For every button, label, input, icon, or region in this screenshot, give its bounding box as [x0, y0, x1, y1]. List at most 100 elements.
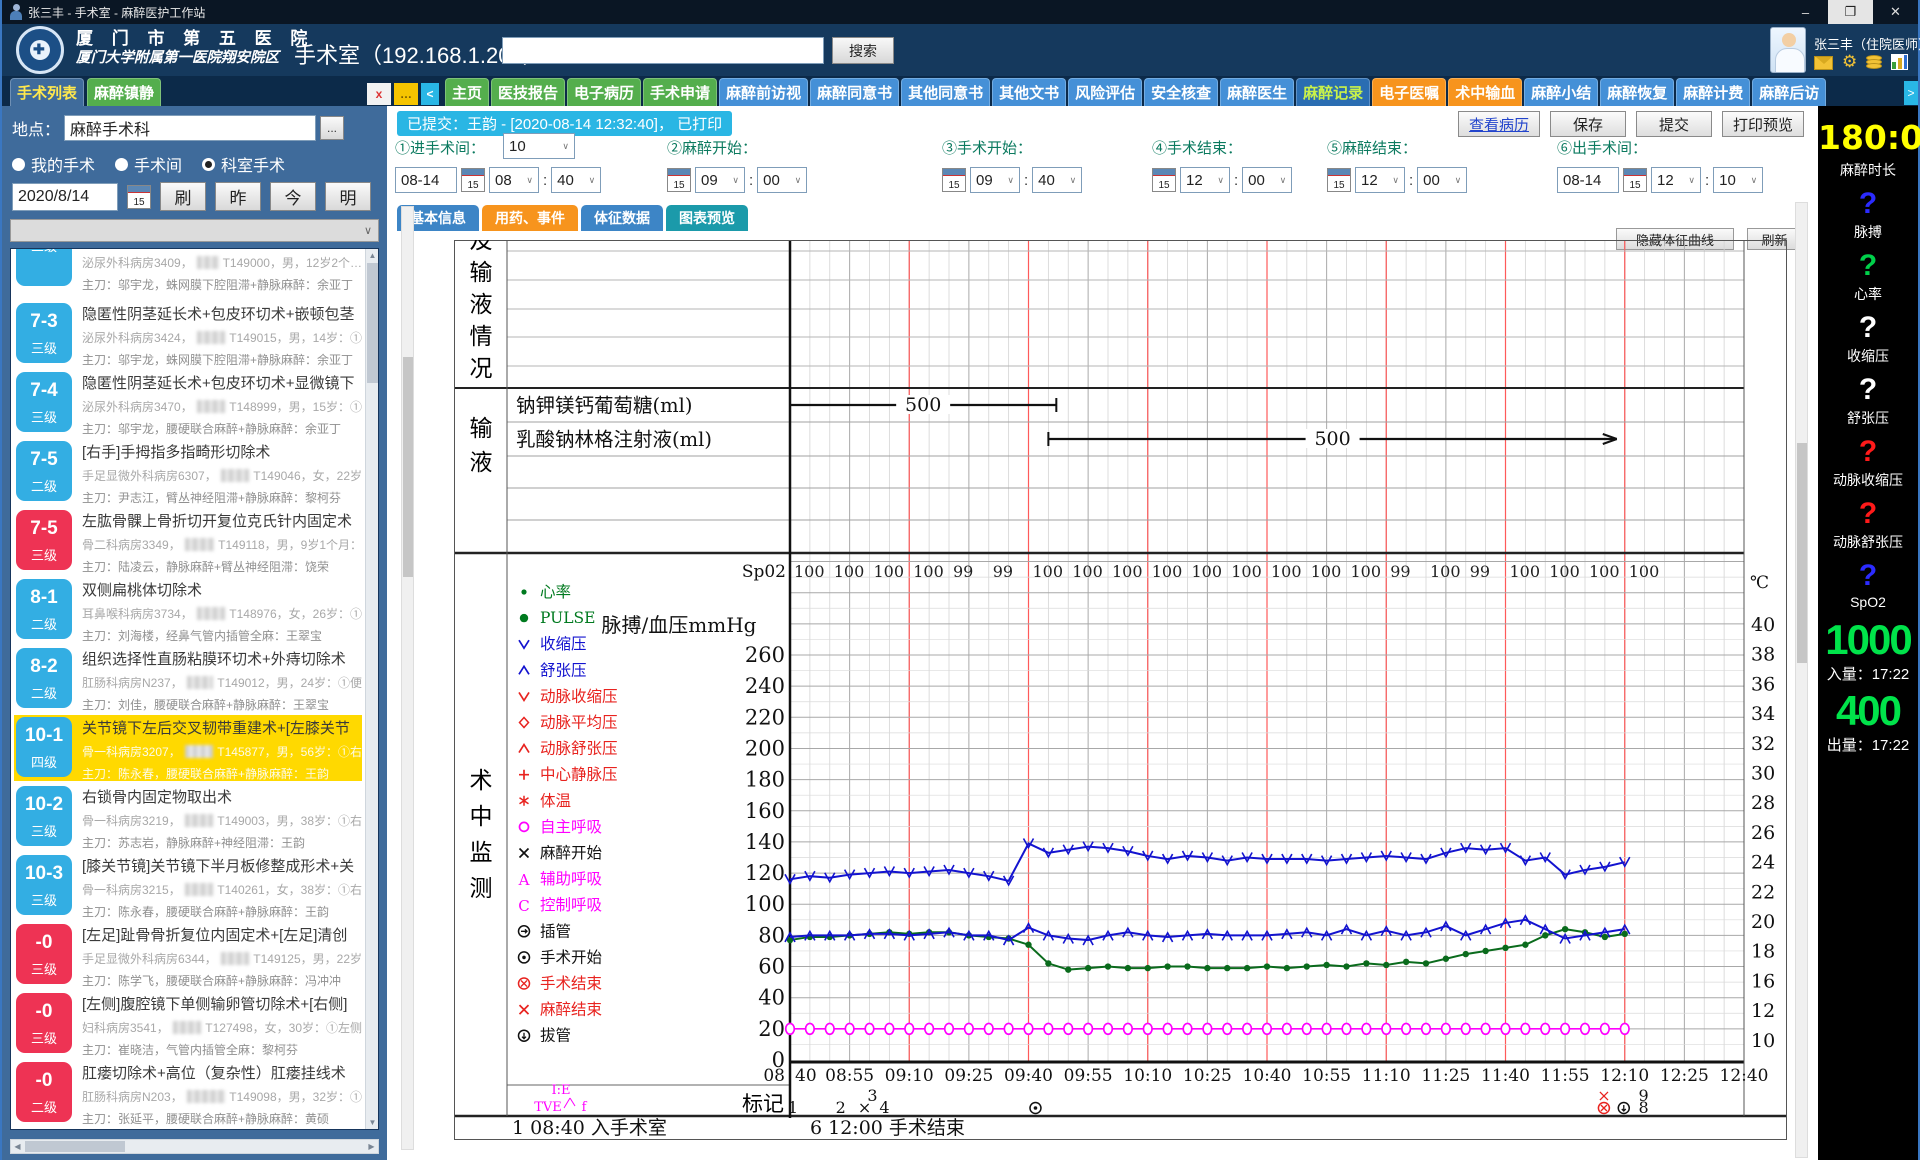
tab-mini-button-2[interactable]: <	[421, 83, 439, 105]
mail-icon[interactable]	[1814, 56, 1833, 70]
date-value-input[interactable]: 08-14	[395, 167, 457, 193]
list-scrollbar[interactable]: ▲ ▼	[365, 249, 378, 1129]
action-button-打印预览[interactable]: 打印预览	[1722, 111, 1804, 137]
date-button-明[interactable]: 明	[325, 182, 371, 211]
surgery-list-item[interactable]: 三级泌尿外科病房3409，T149000，男，12岁2个…主刀：邬宇龙，蛛网膜下…	[14, 252, 362, 298]
tab-电子医嘱[interactable]: 电子医嘱	[1372, 78, 1446, 106]
surgery-list-item[interactable]: 10-2三级右锁骨内固定物取出术骨一科病房3219，T149003，男，38岁：…	[14, 784, 362, 850]
minute-select[interactable]: 10∨	[1713, 167, 1763, 193]
svg-text:8: 8	[1639, 1098, 1649, 1117]
search-input[interactable]	[502, 37, 824, 64]
sidebar-tab-麻醉镇静[interactable]: 麻醉镇静	[87, 78, 161, 106]
hour-select[interactable]: 09∨	[695, 167, 745, 193]
tab-手术申请[interactable]: 手术申请	[643, 78, 717, 106]
minute-select[interactable]: 00∨	[1242, 167, 1292, 193]
scroll-up-icon[interactable]: ▲	[366, 249, 379, 262]
svg-text:4: 4	[879, 1098, 889, 1117]
tab-麻醉恢复[interactable]: 麻醉恢复	[1600, 78, 1674, 106]
scroll-down-icon[interactable]: ▼	[366, 1116, 379, 1129]
tab-mini-button-0[interactable]: x	[367, 83, 391, 105]
calendar-icon[interactable]: 15	[461, 168, 485, 192]
coins-icon[interactable]	[1866, 55, 1882, 70]
filter-dropdown[interactable]: ∨	[10, 219, 379, 242]
date-button-今[interactable]: 今	[270, 182, 316, 211]
tab-医技报告[interactable]: 医技报告	[491, 78, 565, 106]
surgery-title: 关节镜下左后交叉韧带重建术+[左膝关节	[82, 717, 362, 738]
calendar-icon[interactable]: 15	[1623, 168, 1647, 192]
scroll-right-icon[interactable]: ▶	[365, 1140, 378, 1153]
action-button-提交[interactable]: 提交	[1636, 111, 1712, 137]
user-avatar[interactable]	[1770, 27, 1806, 73]
date-button-昨[interactable]: 昨	[215, 182, 261, 211]
date-button-刷[interactable]: 刷	[160, 182, 206, 211]
bar-chart-icon[interactable]	[1891, 54, 1908, 70]
chart-right-scrollbar[interactable]	[1795, 202, 1808, 1158]
tab-overflow-button[interactable]: >	[1904, 81, 1918, 105]
location-input[interactable]	[64, 115, 316, 141]
location-more-button[interactable]: ...	[320, 116, 344, 140]
close-button[interactable]: ✕	[1873, 0, 1918, 24]
subtab-图表预览[interactable]: 图表预览	[666, 205, 748, 231]
surgery-list-item[interactable]: -0二级肛瘘切除术+高位（复杂性）肛瘘挂线术肛肠科病房N203，T149098，…	[14, 1060, 362, 1126]
calendar-icon[interactable]: 15	[1152, 168, 1176, 192]
action-button-保存[interactable]: 保存	[1550, 111, 1626, 137]
tab-麻醉计费[interactable]: 麻醉计费	[1676, 78, 1750, 106]
minute-select[interactable]: 00∨	[757, 167, 807, 193]
tab-mini-button-1[interactable]: …	[394, 83, 418, 105]
surgery-list-item[interactable]: 10-3三级[膝关节镜]关节镜下半月板修整成形术+关骨一科病房3215，T140…	[14, 853, 362, 919]
surgery-list-item[interactable]: 8-1二级双侧扁桃体切除术耳鼻喉科病房3734，T148976，女，26岁：①主…	[14, 577, 362, 643]
svg-text:10:25: 10:25	[1183, 1066, 1232, 1086]
tab-麻醉后访[interactable]: 麻醉后访	[1752, 78, 1826, 106]
tab-主页[interactable]: 主页	[445, 78, 489, 106]
minute-select[interactable]: 40∨	[551, 167, 601, 193]
radio-科室手术[interactable]: 科室手术	[202, 152, 285, 176]
calendar-icon[interactable]: 15	[942, 168, 966, 192]
radio-我的手术[interactable]: 我的手术	[12, 152, 95, 176]
surgery-list-item[interactable]: -0三级[左侧]腹腔镜下单侧输卵管切除术+[右侧]妇科病房3541，T12749…	[14, 991, 362, 1057]
maximize-button[interactable]: ❐	[1828, 0, 1873, 24]
list-hscrollbar[interactable]: ◀ ▶	[10, 1139, 379, 1154]
tab-麻醉小结[interactable]: 麻醉小结	[1524, 78, 1598, 106]
hour-select[interactable]: 08∨	[489, 167, 539, 193]
gear-icon[interactable]: ⚙	[1842, 54, 1857, 70]
surgery-list-item[interactable]: 7-5二级[右手]手拇指多指畸形切除术手足显微外科病房6307，T149046，…	[14, 439, 362, 505]
tab-其他同意书[interactable]: 其他同意书	[901, 78, 990, 106]
scroll-left-icon[interactable]: ◀	[11, 1140, 24, 1153]
minute-select[interactable]: 40∨	[1032, 167, 1082, 193]
tab-术中输血[interactable]: 术中输血	[1448, 78, 1522, 106]
svg-text:动脉平均压: 动脉平均压	[540, 714, 618, 732]
hour-select[interactable]: 12∨	[1651, 167, 1701, 193]
tab-麻醉医生[interactable]: 麻醉医生	[1220, 78, 1294, 106]
hour-select[interactable]: 12∨	[1355, 167, 1405, 193]
calendar-icon[interactable]: 15	[667, 168, 691, 192]
surgery-list-item[interactable]: 10-1四级关节镜下左后交叉韧带重建术+[左膝关节骨一科病房3207，T1458…	[14, 715, 362, 781]
minute-select[interactable]: 00∨	[1417, 167, 1467, 193]
date-input[interactable]	[12, 183, 118, 211]
action-button-查看病历[interactable]: 查看病历	[1458, 111, 1540, 137]
subtab-体征数据[interactable]: 体征数据	[581, 205, 663, 231]
calendar-icon[interactable]: 15	[127, 185, 151, 209]
tab-其他文书[interactable]: 其他文书	[992, 78, 1066, 106]
tab-电子病历[interactable]: 电子病历	[567, 78, 641, 106]
tab-麻醉前访视[interactable]: 麻醉前访视	[719, 78, 808, 106]
minimize-button[interactable]: –	[1783, 0, 1828, 24]
search-button[interactable]: 搜索	[832, 37, 894, 64]
surgery-list-item[interactable]: 7-5三级左肱骨髁上骨折切开复位克氏针内固定术骨二科病房3349，T149118…	[14, 508, 362, 574]
chart-left-scrollbar[interactable]	[401, 206, 414, 1150]
hour-select[interactable]: 12∨	[1180, 167, 1230, 193]
surgery-list-item[interactable]: 7-4三级隐匿性阴茎延长术+包皮环切术+显微镜下泌尿外科病房3470，T1489…	[14, 370, 362, 436]
surgery-list-item[interactable]: 7-3三级隐匿性阴茎延长术+包皮环切术+嵌顿包茎泌尿外科病房3424，T1490…	[14, 301, 362, 367]
tab-风险评估[interactable]: 风险评估	[1068, 78, 1142, 106]
subtab-用药、事件[interactable]: 用药、事件	[482, 205, 578, 231]
sidebar-tab-手术列表[interactable]: 手术列表	[10, 78, 84, 106]
surgery-list-item[interactable]: 8-2二级组织选择性直肠粘膜环切术+外痔切除术肛肠科病房N237，T149012…	[14, 646, 362, 712]
calendar-icon[interactable]: 15	[1327, 168, 1351, 192]
surgery-list-item[interactable]: -0三级[左足]趾骨骨折复位内固定术+[左足]清创手足显微外科病房6344，T1…	[14, 922, 362, 988]
operating-room-select[interactable]: 10∨	[503, 133, 575, 159]
hour-select[interactable]: 09∨	[970, 167, 1020, 193]
tab-麻醉记录[interactable]: 麻醉记录	[1296, 78, 1370, 106]
tab-麻醉同意书[interactable]: 麻醉同意书	[810, 78, 899, 106]
tab-安全核查[interactable]: 安全核查	[1144, 78, 1218, 106]
date-value-input[interactable]: 08-14	[1557, 167, 1619, 193]
radio-手术间[interactable]: 手术间	[115, 152, 182, 176]
